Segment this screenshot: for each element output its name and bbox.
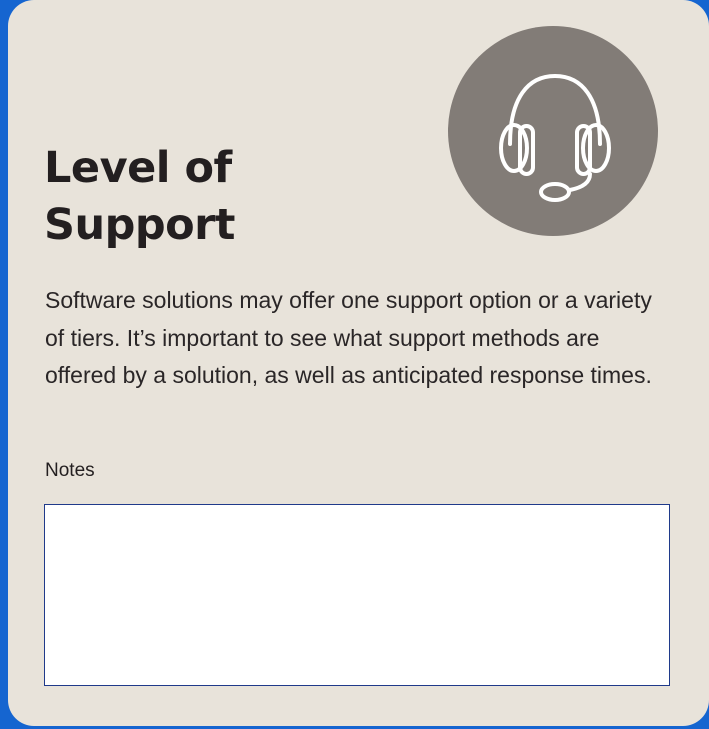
notes-field[interactable] — [44, 504, 670, 686]
title-line-2: Support — [44, 200, 235, 250]
title-line-1: Level of — [44, 143, 232, 193]
headset-icon — [499, 74, 611, 202]
headset-icon-badge — [448, 26, 658, 236]
description-text: Software solutions may offer one support… — [45, 287, 652, 388]
notes-label: Notes — [45, 460, 95, 481]
page-title: Level of Support — [44, 140, 235, 254]
support-card: Level of Support Software solutions may … — [8, 0, 709, 726]
